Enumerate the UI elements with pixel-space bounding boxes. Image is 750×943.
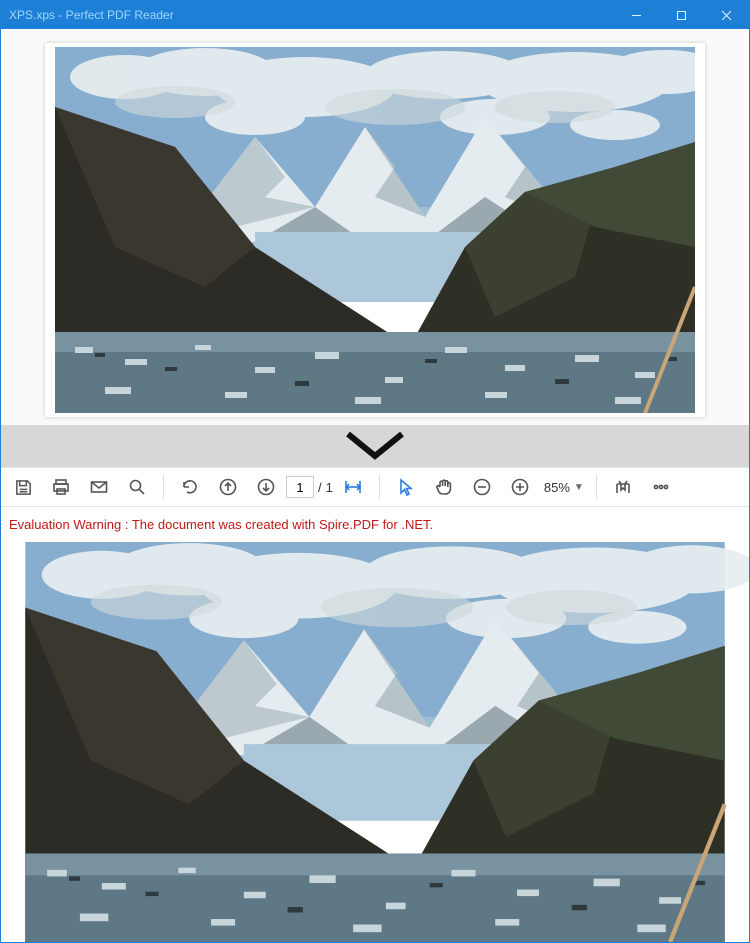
zoom-value: 85% [544,480,570,495]
titlebar[interactable]: XPS.xps - Perfect PDF Reader [1,1,749,29]
bookmark-button[interactable] [605,469,641,505]
print-button[interactable] [43,469,79,505]
compare-splitter [1,425,749,467]
email-button[interactable] [81,469,117,505]
toolbar-separator [163,475,164,499]
find-button[interactable] [119,469,155,505]
caret-down-icon: ▼ [574,482,584,493]
upper-document-viewport[interactable] [1,29,749,425]
chevron-down-icon [342,428,408,465]
maximize-button[interactable] [659,1,704,29]
upper-page [45,43,705,417]
upper-page-image [55,47,695,413]
fit-width-button[interactable] [335,469,371,505]
save-button[interactable] [5,469,41,505]
zoom-out-button[interactable] [464,469,500,505]
minimize-button[interactable] [614,1,659,29]
window-title: XPS.xps - Perfect PDF Reader [9,8,614,22]
page-up-button[interactable] [210,469,246,505]
zoom-in-button[interactable] [502,469,538,505]
hand-tool-button[interactable] [426,469,462,505]
zoom-dropdown[interactable]: 85% ▼ [540,480,588,495]
more-button[interactable] [643,469,679,505]
page-number-input[interactable] [286,476,314,498]
toolbar-separator [596,475,597,499]
close-button[interactable] [704,1,749,29]
app-window: XPS.xps - Perfect PDF Reader [0,0,750,943]
select-tool-button[interactable] [388,469,424,505]
toolbar: / 1 85% ▼ [1,467,749,507]
page-down-button[interactable] [248,469,284,505]
page-total: 1 [326,480,333,495]
page-indicator: / 1 [286,476,333,498]
lower-page [1,542,749,942]
toolbar-separator [379,475,380,499]
page-separator: / [318,480,322,495]
evaluation-warning: Evaluation Warning : The document was cr… [1,507,749,542]
lower-document-viewport[interactable]: Evaluation Warning : The document was cr… [1,507,749,942]
lower-page-image [1,542,749,942]
undo-button[interactable] [172,469,208,505]
